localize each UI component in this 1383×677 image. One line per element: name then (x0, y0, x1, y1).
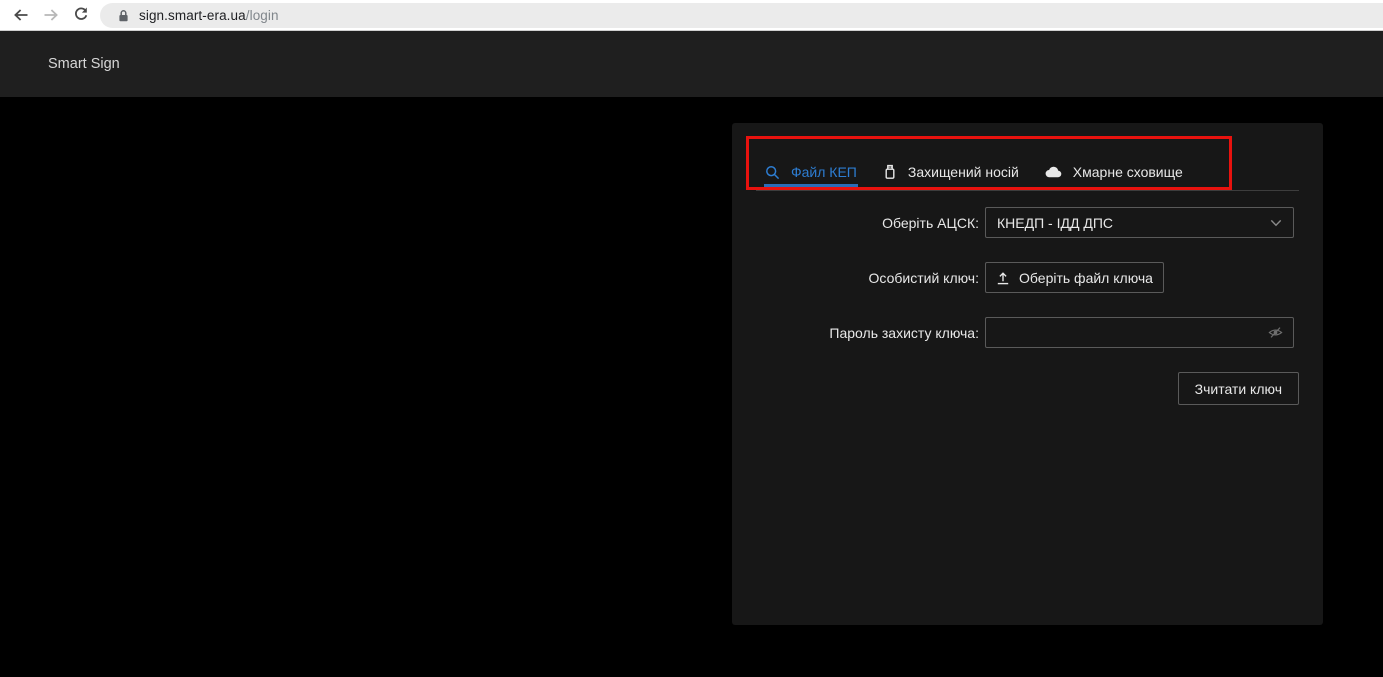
read-key-button[interactable]: Зчитати ключ (1178, 372, 1299, 405)
password-input[interactable] (997, 325, 1268, 341)
lock-icon (117, 9, 130, 23)
address-bar[interactable]: sign.smart-era.ua/login (100, 3, 1383, 28)
password-field-wrapper (985, 317, 1294, 348)
reload-icon[interactable] (66, 0, 96, 30)
chevron-down-icon (1270, 219, 1282, 227)
url-host: sign.smart-era.ua (139, 8, 246, 23)
tabs-divider (756, 190, 1299, 191)
tab-label: Файл КЕП (791, 164, 857, 180)
acsk-select[interactable]: КНЕДП - ІДД ДПС (985, 207, 1294, 238)
acsk-row: Оберіть АЦСК: КНЕДП - ІДД ДПС (756, 207, 1299, 238)
personal-key-label: Особистий ключ: (756, 270, 985, 286)
app-title: Smart Sign (48, 56, 120, 72)
acsk-label: Оберіть АЦСК: (756, 215, 985, 231)
key-login-form: Оберіть АЦСК: КНЕДП - ІДД ДПС Особистий … (756, 207, 1299, 405)
cloud-icon (1045, 166, 1062, 178)
password-label: Пароль захисту ключа: (756, 325, 985, 341)
url-path: /login (246, 8, 279, 23)
choose-key-file-button[interactable]: Оберіть файл ключа (985, 262, 1164, 293)
url-text: sign.smart-era.ua/login (139, 8, 279, 23)
personal-key-row: Особистий ключ: Оберіть файл ключа (756, 262, 1299, 293)
tab-label: Хмарне сховище (1073, 164, 1183, 180)
submit-row: Зчитати ключ (756, 372, 1299, 405)
browser-toolbar: sign.smart-era.ua/login (0, 0, 1383, 31)
usb-drive-icon (883, 164, 897, 180)
password-row: Пароль захисту ключа: (756, 317, 1299, 348)
upload-icon (996, 271, 1010, 285)
tab-file-kep[interactable]: Файл КЕП (765, 164, 857, 180)
login-method-tabs: Файл КЕП Захищений носій Хмарне сховище (765, 158, 1183, 186)
eye-invisible-icon[interactable] (1268, 325, 1283, 340)
search-icon (765, 165, 780, 180)
back-icon[interactable] (6, 0, 36, 30)
forward-icon[interactable] (36, 0, 66, 30)
tab-protected-media[interactable]: Захищений носій (883, 164, 1019, 180)
acsk-selected-value: КНЕДП - ІДД ДПС (997, 215, 1113, 231)
choose-key-file-label: Оберіть файл ключа (1019, 270, 1153, 286)
app-header: Smart Sign (0, 31, 1383, 97)
tab-cloud-storage[interactable]: Хмарне сховище (1045, 164, 1183, 180)
login-panel: Файл КЕП Захищений носій Хмарне сховище (732, 123, 1323, 625)
tab-label: Захищений носій (908, 164, 1019, 180)
